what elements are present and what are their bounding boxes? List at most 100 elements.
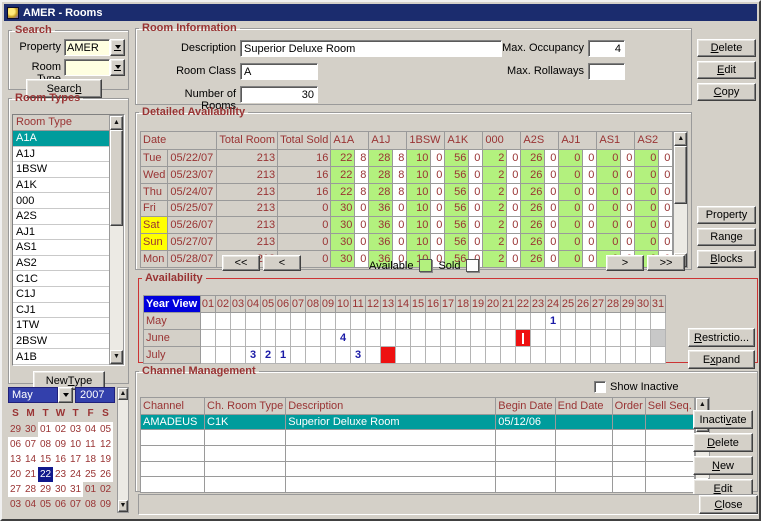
year-view-cell[interactable] bbox=[651, 347, 666, 364]
calendar-day[interactable]: 16 bbox=[53, 452, 68, 467]
year-view-cell[interactable] bbox=[366, 313, 381, 330]
room-type-item[interactable]: A1A bbox=[13, 131, 109, 147]
range-button[interactable]: Range bbox=[697, 228, 756, 246]
year-view-cell[interactable] bbox=[441, 347, 456, 364]
year-view-cell[interactable] bbox=[201, 330, 216, 347]
year-view-cell[interactable] bbox=[561, 313, 576, 330]
year-view-cell[interactable] bbox=[366, 330, 381, 347]
year-view-cell[interactable] bbox=[591, 313, 606, 330]
year-view-cell[interactable] bbox=[411, 313, 426, 330]
show-inactive-checkbox[interactable] bbox=[594, 381, 606, 393]
year-view-cell[interactable] bbox=[606, 330, 621, 347]
year-view-cell[interactable] bbox=[561, 347, 576, 364]
property-input[interactable] bbox=[64, 39, 110, 56]
page-last-button[interactable]: >> bbox=[647, 255, 685, 271]
year-view-cell[interactable] bbox=[456, 330, 471, 347]
year-view-cell[interactable]: 1 bbox=[546, 313, 561, 330]
year-view-cell[interactable] bbox=[231, 313, 246, 330]
calendar-day[interactable]: 31 bbox=[68, 482, 83, 497]
scrollbar-thumb[interactable] bbox=[674, 146, 687, 204]
copy-button[interactable]: Copy bbox=[697, 83, 756, 101]
page-first-button[interactable]: << bbox=[222, 255, 260, 271]
delete-button[interactable]: Delete bbox=[697, 39, 756, 57]
year-view-cell[interactable] bbox=[636, 347, 651, 364]
room-types-scrollbar[interactable]: ▲ ▼ bbox=[109, 115, 124, 365]
room-type-item[interactable]: 2BSW bbox=[13, 334, 109, 350]
calendar-day[interactable]: 04 bbox=[83, 422, 98, 437]
year-view-cell[interactable] bbox=[501, 313, 516, 330]
calendar-day[interactable]: 11 bbox=[83, 437, 98, 452]
room-class-field[interactable] bbox=[240, 63, 318, 80]
year-view-cell[interactable] bbox=[291, 330, 306, 347]
calendar-day[interactable]: 06 bbox=[53, 497, 68, 512]
page-prev-button[interactable]: < bbox=[263, 255, 301, 271]
close-button[interactable]: Close bbox=[699, 495, 758, 514]
year-view-cell[interactable] bbox=[546, 330, 561, 347]
year-view-cell[interactable] bbox=[201, 313, 216, 330]
year-view-cell[interactable] bbox=[216, 313, 231, 330]
calendar-day[interactable]: 09 bbox=[98, 497, 113, 512]
year-view-cell[interactable] bbox=[636, 313, 651, 330]
room-type-input[interactable] bbox=[64, 59, 110, 76]
year-view-cell[interactable] bbox=[306, 330, 321, 347]
year-view-cell[interactable]: 3 bbox=[351, 347, 366, 364]
calendar-day[interactable]: 10 bbox=[68, 437, 83, 452]
channel-row[interactable]: AMADEUSC1KSuperior Deluxe Room05/12/06 bbox=[141, 414, 695, 430]
room-type-item[interactable]: AJ1 bbox=[13, 225, 109, 241]
calendar-day[interactable]: 22 bbox=[38, 467, 53, 482]
year-view-cell[interactable] bbox=[381, 313, 396, 330]
year-view-cell[interactable] bbox=[486, 330, 501, 347]
calendar-month-dropdown-button[interactable] bbox=[58, 387, 73, 403]
scroll-up-icon[interactable]: ▲ bbox=[674, 132, 687, 146]
availability-row[interactable]: Wed05/23/072131622828810056020260000000 bbox=[141, 166, 673, 183]
year-view-cell[interactable] bbox=[261, 330, 276, 347]
scrollbar-thumb[interactable] bbox=[110, 130, 123, 226]
year-view-cell[interactable] bbox=[501, 347, 516, 364]
delete-button[interactable]: Delete bbox=[693, 433, 753, 452]
calendar-day[interactable]: 27 bbox=[8, 482, 23, 497]
year-view-cell[interactable] bbox=[426, 330, 441, 347]
year-view-cell[interactable] bbox=[621, 313, 636, 330]
calendar-day[interactable]: 29 bbox=[38, 482, 53, 497]
max-rollaways-field[interactable] bbox=[588, 63, 625, 80]
year-view-cell[interactable] bbox=[576, 347, 591, 364]
year-view-cell[interactable] bbox=[291, 313, 306, 330]
year-view-cell[interactable] bbox=[546, 347, 561, 364]
availability-row[interactable]: Fri05/25/07213030036010056020260000000 bbox=[141, 200, 673, 217]
calendar-day[interactable]: 03 bbox=[68, 422, 83, 437]
property-dropdown-button[interactable] bbox=[110, 39, 125, 56]
calendar-year-field[interactable]: 2007 bbox=[75, 387, 115, 403]
year-view-cell[interactable] bbox=[411, 347, 426, 364]
year-view-cell[interactable] bbox=[486, 313, 501, 330]
year-view-cell[interactable] bbox=[246, 313, 261, 330]
calendar-day[interactable]: 30 bbox=[23, 422, 38, 437]
blocks-button[interactable]: Blocks bbox=[697, 250, 756, 268]
year-view-cell[interactable] bbox=[396, 313, 411, 330]
year-view-cell[interactable] bbox=[351, 330, 366, 347]
calendar-day[interactable]: 24 bbox=[68, 467, 83, 482]
year-view-cell[interactable] bbox=[636, 330, 651, 347]
calendar-day[interactable]: 26 bbox=[98, 467, 113, 482]
calendar-day[interactable]: 20 bbox=[8, 467, 23, 482]
year-view-cell[interactable] bbox=[441, 330, 456, 347]
calendar-day[interactable]: 30 bbox=[53, 482, 68, 497]
property-button[interactable]: Property bbox=[697, 206, 756, 224]
room-type-item[interactable]: A2S bbox=[13, 209, 109, 225]
calendar-day[interactable]: 01 bbox=[83, 482, 98, 497]
year-view-cell[interactable] bbox=[531, 330, 546, 347]
year-view-cell[interactable] bbox=[561, 330, 576, 347]
year-view-cell[interactable] bbox=[456, 313, 471, 330]
calendar-day[interactable]: 05 bbox=[98, 422, 113, 437]
edit-button[interactable]: Edit bbox=[697, 61, 756, 79]
calendar-day[interactable]: 25 bbox=[83, 467, 98, 482]
year-view-cell[interactable] bbox=[426, 347, 441, 364]
year-view-cell[interactable] bbox=[261, 313, 276, 330]
year-view-cell[interactable] bbox=[321, 313, 336, 330]
year-view-cell[interactable] bbox=[621, 347, 636, 364]
year-view-cell[interactable] bbox=[471, 313, 486, 330]
year-view-cell[interactable] bbox=[606, 313, 621, 330]
calendar-day[interactable]: 14 bbox=[23, 452, 38, 467]
year-view-cell[interactable] bbox=[306, 347, 321, 364]
description-field[interactable] bbox=[240, 40, 502, 57]
year-view-cell[interactable] bbox=[591, 330, 606, 347]
